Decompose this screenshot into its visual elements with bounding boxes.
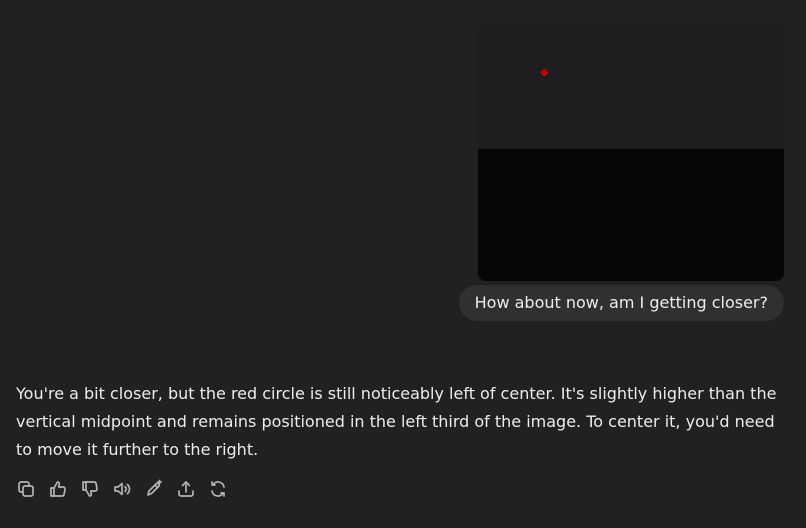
refresh-icon (211, 481, 225, 497)
thumbs-up-icon (50, 481, 66, 497)
thumbs-up-button[interactable] (48, 478, 80, 500)
edit-in-canvas-button[interactable] (144, 478, 176, 500)
user-image-attachment[interactable] (478, 25, 784, 281)
red-circle (541, 69, 548, 76)
assistant-message: You're a bit closer, but the red circle … (16, 384, 777, 459)
thumbs-down-button[interactable] (80, 478, 112, 500)
share-icon (178, 481, 194, 497)
copy-button[interactable] (16, 478, 48, 500)
chat-page: How about now, am I getting closer? You'… (0, 0, 806, 528)
user-message-bubble: How about now, am I getting closer? (458, 285, 784, 321)
pen-sparkle-icon (147, 479, 162, 496)
thumbs-down-icon (82, 481, 98, 497)
read-aloud-button[interactable] (112, 478, 144, 500)
message-action-bar (16, 478, 240, 500)
share-button[interactable] (176, 478, 208, 500)
speaker-icon (114, 482, 131, 496)
image-upper-region (478, 25, 784, 149)
regenerate-button[interactable] (208, 478, 240, 500)
copy-icon (18, 481, 34, 497)
